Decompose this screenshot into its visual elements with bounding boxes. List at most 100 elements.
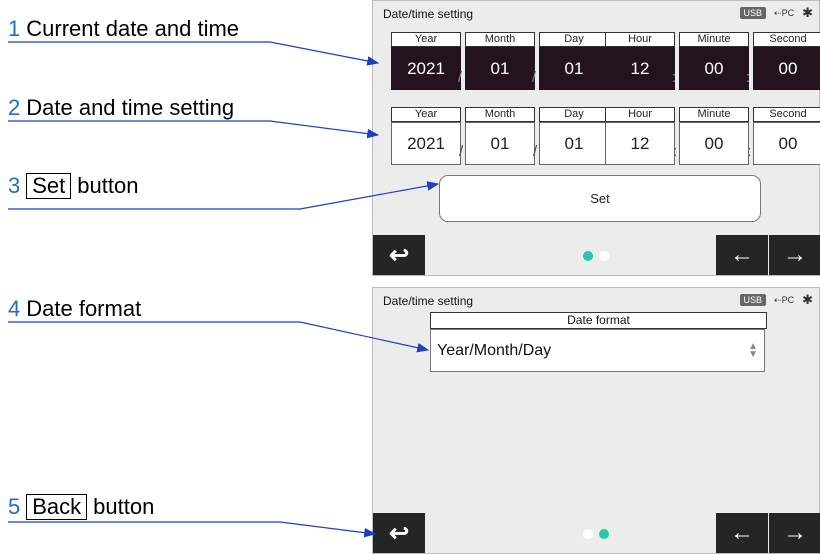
screen-title: Date/time setting: [383, 7, 474, 21]
status-icons: USB ⇠PC ✱: [739, 5, 813, 21]
date-time-screen-page-1: Date/time setting USB ⇠PC ✱ Year 2021 Mo…: [372, 0, 820, 276]
callout-number: 4: [8, 296, 21, 321]
date-time-screen-page-2: Date/time setting USB ⇠PC ✱ Date format …: [372, 287, 820, 554]
page-dot-2: [599, 251, 609, 261]
setting-hour[interactable]: Hour 12: [605, 107, 675, 165]
page-indicator: [583, 251, 609, 261]
current-minute-cell: : 00: [672, 47, 749, 90]
setting-day-value: 01: [564, 133, 584, 153]
setting-day-input[interactable]: / 01: [533, 122, 609, 165]
callout-boxed-label: Set: [26, 173, 72, 199]
back-button[interactable]: ↩: [373, 513, 425, 553]
setting-day[interactable]: Day / 01: [533, 107, 609, 165]
status-icons: USB ⇠PC ✱: [739, 292, 813, 308]
current-year: Year 2021: [391, 32, 461, 90]
title-bar: Date/time setting USB ⇠PC ✱: [373, 1, 819, 23]
arrow-right-icon: →: [783, 519, 807, 546]
callout-date-time-setting: 2 Date and time setting: [8, 95, 234, 121]
day-label: Day: [539, 32, 609, 47]
setting-month-input[interactable]: / 01: [459, 122, 535, 165]
current-hour: Hour 12: [605, 32, 675, 90]
callout-text: button: [77, 173, 139, 198]
date-separator: /: [459, 143, 464, 160]
time-separator: :: [672, 69, 677, 86]
bluetooth-icon: ✱: [802, 292, 813, 307]
set-button[interactable]: Set: [439, 175, 761, 222]
previous-page-button[interactable]: ←: [716, 513, 768, 553]
current-second-value: 00: [778, 58, 798, 78]
callout-number: 5: [8, 494, 21, 519]
minute-label: Minute: [679, 107, 749, 122]
arrow-left-icon: ←: [730, 241, 754, 268]
leader-line-1: [8, 41, 380, 66]
leader-line-5: [8, 521, 377, 538]
next-page-button[interactable]: →: [769, 235, 820, 275]
back-button[interactable]: ↩: [373, 235, 425, 275]
current-day: Day / 01: [532, 32, 609, 90]
minute-label: Minute: [679, 32, 749, 47]
current-minute-value: 00: [704, 58, 724, 78]
setting-second-value: 00: [778, 133, 798, 153]
usb-icon: USB: [739, 294, 767, 306]
spinner-arrows-icon: ▲ ▼: [748, 341, 758, 360]
callout-date-format: 4 Date format: [8, 296, 141, 322]
leader-line-4: [8, 321, 430, 353]
setting-minute-value: 00: [704, 133, 724, 153]
next-page-button[interactable]: →: [769, 513, 820, 553]
page-dot-1: [583, 251, 593, 261]
current-date-group: Year 2021 Month / 01 Day / 01: [391, 32, 613, 90]
callout-number: 3: [8, 173, 21, 198]
return-arrow-icon: ↩: [388, 241, 410, 269]
time-separator: :: [747, 143, 752, 160]
pc-connection-icon: ⇠PC: [774, 7, 795, 18]
callout-text: Date format: [26, 296, 142, 321]
return-arrow-icon: ↩: [388, 519, 410, 547]
setting-date-group: Year 2021 Month / 01 Day / 01: [391, 107, 613, 165]
year-label: Year: [391, 107, 461, 122]
time-separator: :: [673, 143, 678, 160]
page-indicator: [583, 529, 609, 539]
setting-hour-input[interactable]: 12: [605, 122, 675, 165]
date-format-select[interactable]: Year/Month/Day ▲ ▼: [430, 329, 765, 372]
time-separator: :: [746, 69, 751, 86]
month-label: Month: [465, 32, 535, 47]
usb-icon: USB: [739, 7, 767, 19]
callout-number: 2: [8, 95, 21, 120]
day-label: Day: [539, 107, 609, 122]
setting-time-group: Hour 12 Minute : 00 Second : 00: [605, 107, 820, 165]
setting-minute[interactable]: Minute : 00: [673, 107, 749, 165]
current-month-value: 01: [490, 58, 510, 78]
setting-month-value: 01: [490, 133, 510, 153]
setting-minute-input[interactable]: : 00: [673, 122, 749, 165]
screen-title: Date/time setting: [383, 294, 474, 308]
current-minute: Minute : 00: [672, 32, 749, 90]
callout-text: Current date and time: [26, 16, 240, 41]
setting-year[interactable]: Year 2021: [391, 107, 461, 165]
callout-text: Date and time setting: [26, 95, 235, 120]
hour-label: Hour: [605, 32, 675, 47]
bluetooth-icon: ✱: [802, 5, 813, 20]
date-separator: /: [533, 143, 538, 160]
setting-second[interactable]: Second : 00: [747, 107, 820, 165]
callout-current-date-time: 1 Current date and time: [8, 16, 239, 42]
page-dot-2: [599, 529, 609, 539]
callout-boxed-label: Back: [26, 494, 88, 520]
setting-year-input[interactable]: 2021: [391, 122, 461, 165]
date-format-label: Date format: [430, 312, 767, 329]
setting-second-input[interactable]: : 00: [747, 122, 820, 165]
callout-number: 1: [8, 16, 21, 41]
current-month: Month / 01: [458, 32, 535, 90]
year-label: Year: [391, 32, 461, 47]
previous-page-button[interactable]: ←: [716, 235, 768, 275]
month-label: Month: [465, 107, 535, 122]
bottom-bar: ↩ ← →: [373, 513, 820, 553]
date-separator: /: [458, 69, 463, 86]
current-time-group: Hour 12 Minute : 00 Second : 00: [605, 32, 820, 90]
pc-connection-icon: ⇠PC: [774, 294, 795, 305]
second-label: Second: [753, 107, 820, 122]
setting-month[interactable]: Month / 01: [459, 107, 535, 165]
pc-label: PC: [781, 7, 795, 18]
date-separator: /: [532, 69, 537, 86]
callout-text: button: [93, 494, 155, 519]
current-hour-value: 12: [605, 47, 675, 90]
